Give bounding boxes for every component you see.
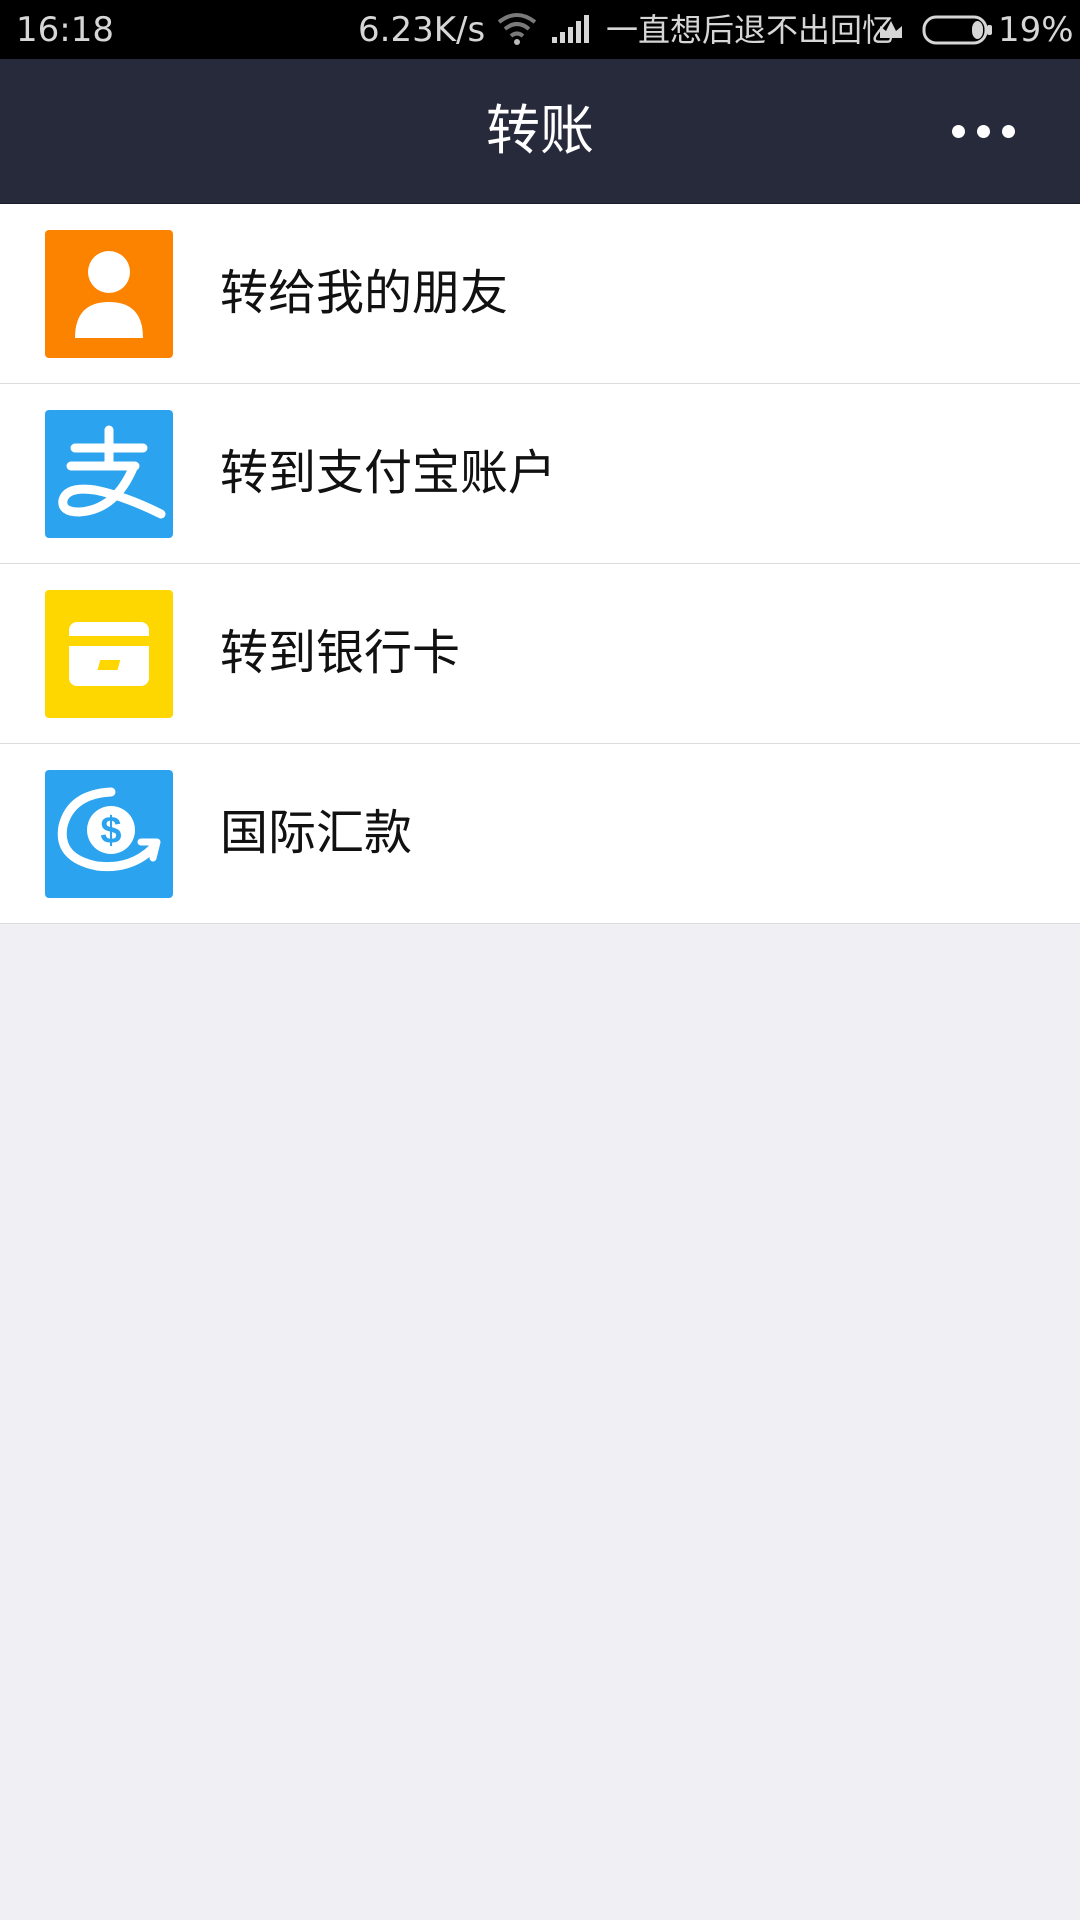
- page-title: 转账: [486, 99, 594, 162]
- bank-card-icon: [45, 590, 173, 718]
- nav-bar: 转账: [0, 59, 1080, 204]
- status-time: 16:18: [16, 10, 114, 50]
- alipay-icon: [45, 410, 173, 538]
- status-network-speed: 6.23K/s: [358, 10, 486, 50]
- person-icon: [45, 230, 173, 358]
- international-remittance-icon: $: [45, 770, 173, 898]
- status-bar: 16:18 6.23K/s 一直想后退不出回忆 19%: [0, 0, 1080, 59]
- battery-icon: [922, 15, 992, 45]
- signal-icon: [552, 15, 589, 43]
- transfer-to-bank-card-label: 转到银行卡: [220, 625, 461, 681]
- crown-icon: [880, 21, 902, 38]
- status-battery-percent: 19%: [998, 10, 1074, 50]
- more-button[interactable]: [938, 103, 1030, 159]
- transfer-to-friend-item[interactable]: 转给我的朋友: [0, 204, 1080, 384]
- transfer-to-bank-card-item[interactable]: 转到银行卡: [0, 564, 1080, 744]
- transfer-options-list: 转给我的朋友 转到支付宝账户 转到银行卡 $ 国际汇款: [0, 204, 1080, 924]
- transfer-to-friend-label: 转给我的朋友: [220, 265, 509, 321]
- international-remittance-item[interactable]: $ 国际汇款: [0, 744, 1080, 924]
- wifi-icon: [497, 13, 537, 45]
- svg-text:$: $: [100, 810, 121, 852]
- transfer-screen: 16:18 6.23K/s 一直想后退不出回忆 19% 转账 转给我的朋友 转到…: [0, 0, 1080, 1920]
- transfer-to-alipay-item[interactable]: 转到支付宝账户: [0, 384, 1080, 564]
- international-remittance-label: 国际汇款: [220, 805, 413, 861]
- status-carrier-text: 一直想后退不出回忆: [606, 11, 895, 49]
- transfer-to-alipay-label: 转到支付宝账户: [220, 445, 557, 501]
